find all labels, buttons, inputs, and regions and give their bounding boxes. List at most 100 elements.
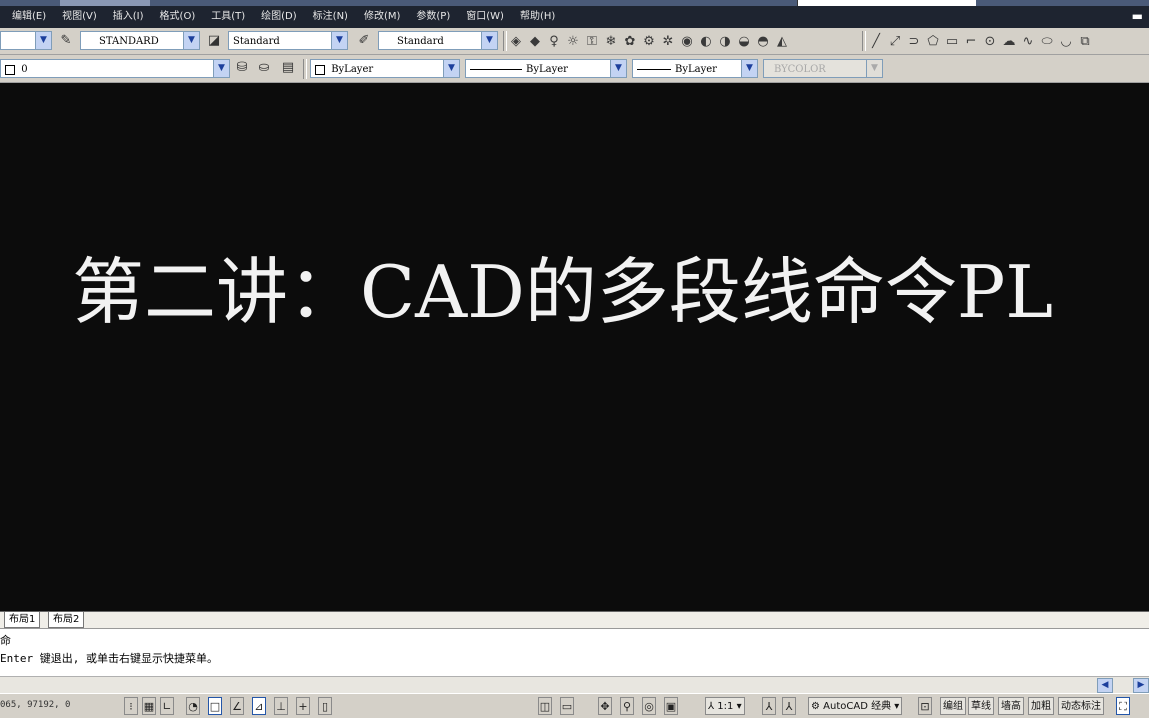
annotation-scale[interactable]: ⅄ 1:1 ▾ — [705, 697, 745, 715]
ellipse-icon[interactable]: ⬭ — [1039, 34, 1055, 49]
pan-icon[interactable]: ✥ — [598, 697, 612, 715]
ellipse-arc-icon[interactable]: ◡ — [1058, 34, 1074, 49]
revcloud-icon[interactable]: ☁ — [1001, 34, 1017, 49]
polyline-icon[interactable]: ⊃ — [906, 34, 922, 49]
workspace-switch[interactable]: ⚙ AutoCAD 经典 ▾ — [808, 697, 903, 715]
snap-mode-icon[interactable]: ⁝ — [124, 697, 138, 715]
lineweight-combo[interactable]: ByLayer ▼ — [632, 59, 758, 78]
layer-match-icon[interactable]: ◑ — [717, 34, 733, 49]
layout-space-icon[interactable]: ▭ — [560, 697, 574, 715]
color-value: ByLayer — [331, 64, 374, 75]
object-snap-tracking-icon[interactable]: ⊿ — [252, 697, 266, 715]
lock-icon[interactable]: ⚿ — [584, 34, 600, 49]
drawing-area[interactable]: 第二讲：CAD的多段线命令PL — [0, 83, 1149, 611]
clean-screen-icon[interactable]: ⛶ — [1116, 697, 1130, 715]
circle-icon[interactable]: ⊙ — [982, 34, 998, 49]
chevron-down-icon[interactable]: ▼ — [183, 32, 199, 49]
menu-edit[interactable]: 编辑(E) — [0, 6, 54, 28]
insert-block-icon[interactable]: ⧉ — [1077, 34, 1093, 49]
command-scrollbar[interactable]: ◀ ▶ — [0, 676, 1149, 694]
menu-parametric[interactable]: 参数(P) — [408, 6, 458, 28]
ortho-mode-icon[interactable]: ∟ — [160, 697, 174, 715]
chevron-down-icon[interactable]: ▼ — [610, 60, 626, 77]
text-style-combo[interactable]: STANDARD ▼ — [80, 31, 200, 50]
chevron-down-icon[interactable]: ▼ — [213, 60, 229, 77]
menu-insert[interactable]: 插入(I) — [105, 6, 152, 28]
flower-icon[interactable]: ✿ — [622, 34, 638, 49]
menu-format[interactable]: 格式(O) — [152, 6, 204, 28]
workspace-value: AutoCAD 经典 — [823, 701, 892, 712]
menu-view[interactable]: 视图(V) — [54, 6, 105, 28]
text-style-icon[interactable]: ✎ — [58, 33, 74, 49]
status-button-draft-line[interactable]: 草线 — [968, 697, 994, 715]
chevron-down-icon[interactable]: ▼ — [741, 60, 757, 77]
status-button-dynamic-dim[interactable]: 动态标注 — [1058, 697, 1104, 715]
layer-walk-icon[interactable]: ◐ — [698, 34, 714, 49]
toolbar-lock-icon[interactable]: ⊡ — [918, 697, 932, 715]
annotation-scale-icon: ⅄ — [708, 701, 715, 712]
lineweight-toggle-icon[interactable]: ▯ — [318, 697, 332, 715]
layer-combo[interactable]: 0 ▼ — [0, 59, 230, 78]
minimize-icon[interactable]: ▬ — [1132, 9, 1143, 23]
layer-merge-icon[interactable]: ◭ — [774, 34, 790, 49]
chevron-down-icon[interactable]: ▼ — [481, 32, 497, 49]
menu-window[interactable]: 窗口(W) — [458, 6, 512, 28]
linetype-combo[interactable]: ByLayer ▼ — [465, 59, 627, 78]
layer-manager-icon[interactable]: ◈ — [508, 34, 524, 49]
circle-dot-icon[interactable]: ◉ — [679, 34, 695, 49]
annotation-visibility-icon[interactable]: ⅄ — [762, 697, 776, 715]
menu-help[interactable]: 帮助(H) — [512, 6, 563, 28]
command-window[interactable]: 命 Enter 键退出, 或单击右键显示快捷菜单。 — [0, 628, 1149, 677]
star-icon[interactable]: ✲ — [660, 34, 676, 49]
dynamic-ucs-icon[interactable]: ⊥ — [274, 697, 288, 715]
styles-toolbar: ▼ ✎ STANDARD ▼ ◪ Standard ▼ ✐ Standard ▼… — [0, 28, 1149, 55]
menu-tools[interactable]: 工具(T) — [203, 6, 253, 28]
grid-display-icon[interactable]: ▦ — [142, 697, 156, 715]
scroll-left-icon[interactable]: ◀ — [1097, 678, 1113, 693]
tab-layout2[interactable]: 布局2 — [48, 612, 85, 628]
make-current-layer-icon[interactable]: ⛁ — [234, 60, 250, 76]
showmotion-icon[interactable]: ▣ — [664, 697, 678, 715]
layer-states-icon[interactable]: ◆ — [527, 34, 543, 49]
status-button-bold[interactable]: 加粗 — [1028, 697, 1054, 715]
dim-style-icon[interactable]: ◪ — [206, 33, 222, 49]
steering-wheel-icon[interactable]: ◎ — [642, 697, 656, 715]
dynamic-input-icon[interactable]: + — [296, 697, 310, 715]
layer-previous-icon[interactable]: ◒ — [736, 34, 752, 49]
polar-tracking-icon[interactable]: ◔ — [186, 697, 200, 715]
gear-icon[interactable]: ⚙ — [641, 34, 657, 49]
workspace-combo[interactable]: ▼ — [0, 31, 52, 50]
menu-draw[interactable]: 绘图(D) — [253, 6, 305, 28]
layer-properties-icon[interactable]: ▤ — [280, 60, 296, 76]
construction-line-icon[interactable]: ⤢ — [887, 34, 903, 49]
line-icon[interactable]: ╱ — [868, 34, 884, 49]
spline-icon[interactable]: ∿ — [1020, 34, 1036, 49]
scroll-right-icon[interactable]: ▶ — [1133, 678, 1149, 693]
model-space-icon[interactable]: ◫ — [538, 697, 552, 715]
command-history-line: 命 — [0, 634, 11, 647]
chevron-down-icon[interactable]: ▼ — [35, 32, 51, 49]
auto-scale-icon[interactable]: ⅄ — [782, 697, 796, 715]
color-combo[interactable]: ByLayer ▼ — [310, 59, 460, 78]
layer-isolate-icon[interactable]: ◓ — [755, 34, 771, 49]
chevron-down-icon[interactable]: ▼ — [443, 60, 459, 77]
zoom-icon[interactable]: ⚲ — [620, 697, 634, 715]
status-button-wall-height[interactable]: 墙高 — [998, 697, 1024, 715]
polygon-icon[interactable]: ⬠ — [925, 34, 941, 49]
menu-dimension[interactable]: 标注(N) — [305, 6, 356, 28]
status-button-group[interactable]: 编组 — [940, 697, 966, 715]
rectangle-icon[interactable]: ▭ — [944, 34, 960, 49]
object-snap-icon[interactable]: □ — [208, 697, 222, 715]
bulb-icon[interactable]: ♀ — [546, 34, 562, 49]
layer-previous-icon[interactable]: ⛀ — [256, 60, 272, 76]
sun-icon[interactable]: ☼ — [565, 34, 581, 49]
chevron-down-icon[interactable]: ▼ — [331, 32, 347, 49]
freeze-icon[interactable]: ❄ — [603, 34, 619, 49]
arc-icon[interactable]: ⌐ — [963, 34, 979, 49]
tab-layout1[interactable]: 布局1 — [4, 612, 41, 628]
table-style-combo[interactable]: Standard ▼ — [378, 31, 498, 50]
menu-modify[interactable]: 修改(M) — [356, 6, 408, 28]
dim-style-combo[interactable]: Standard ▼ — [228, 31, 348, 50]
3d-osnap-icon[interactable]: ∠ — [230, 697, 244, 715]
table-style-icon[interactable]: ✐ — [356, 33, 372, 49]
